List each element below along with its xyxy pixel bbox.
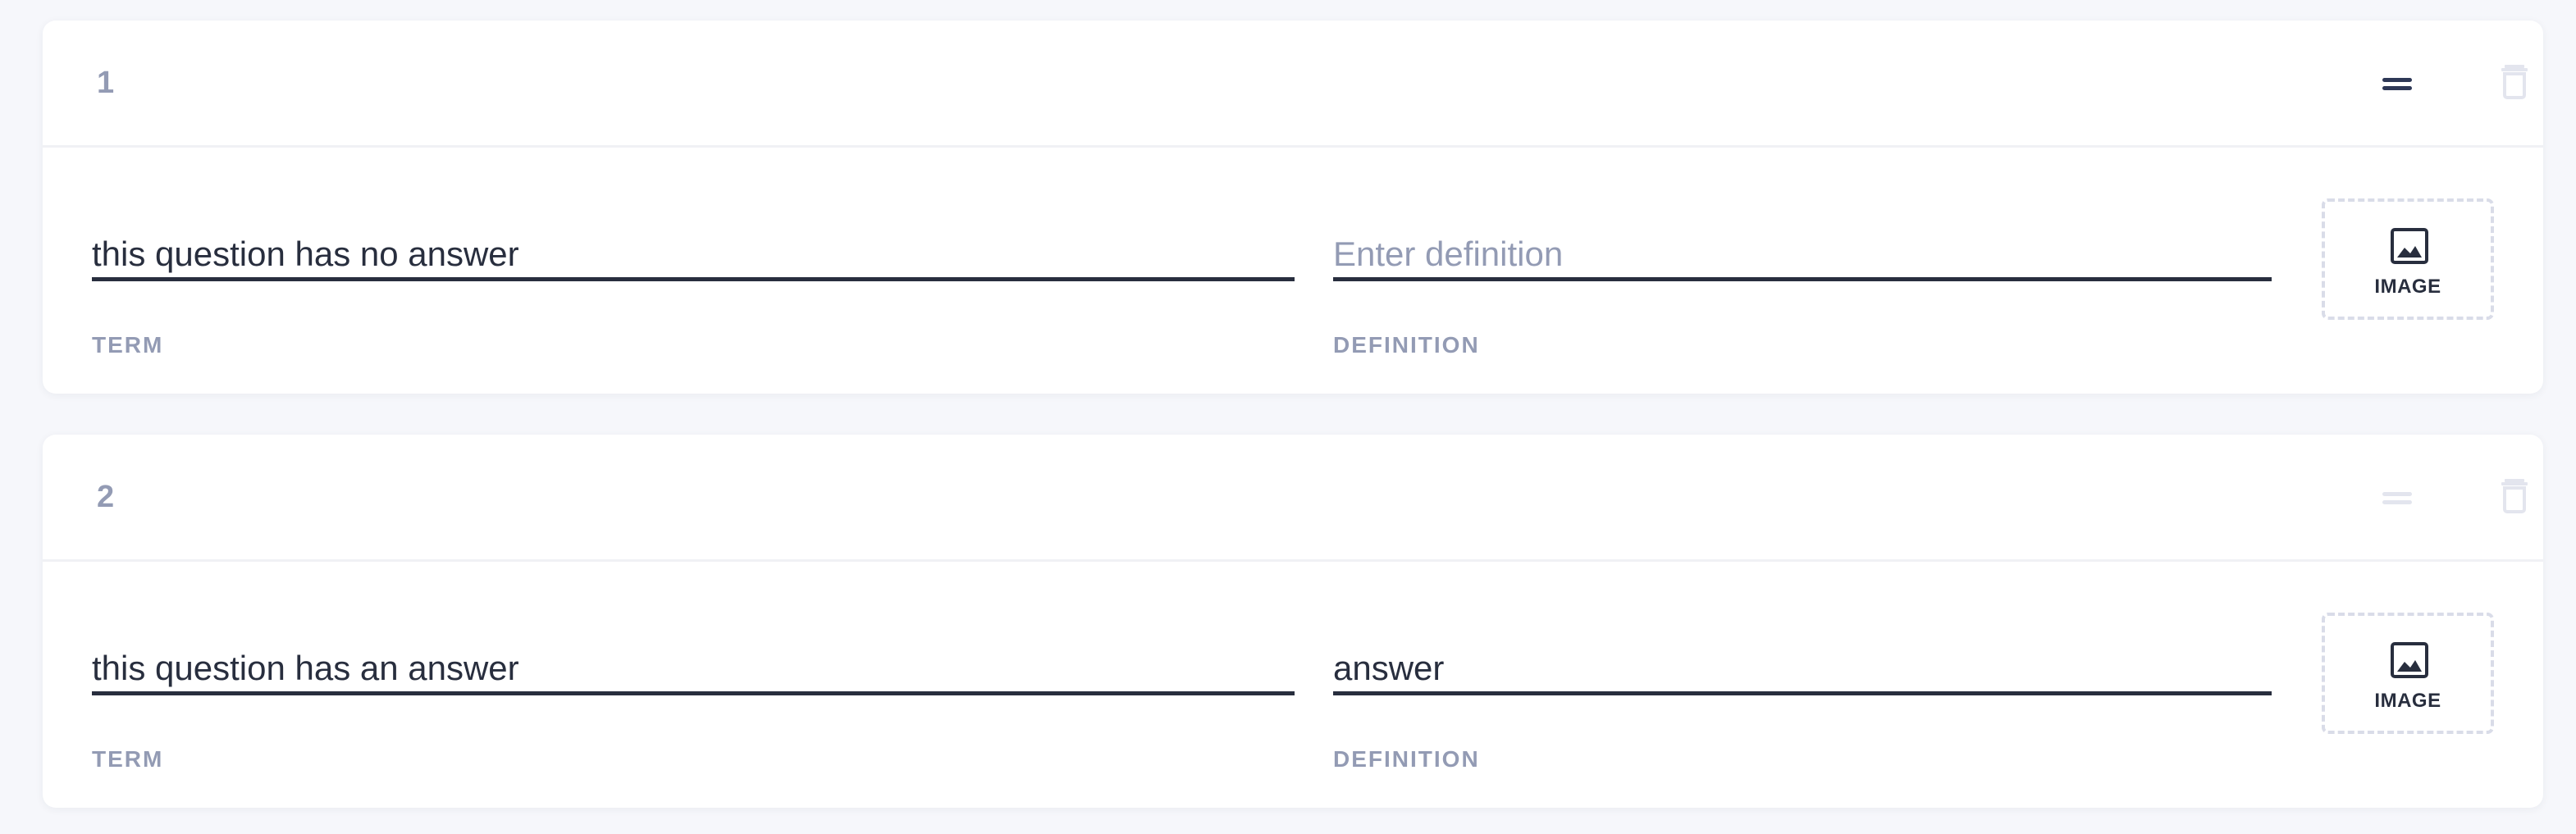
- term-input[interactable]: [92, 230, 1295, 279]
- card-header: 2: [43, 435, 2543, 562]
- card-number: 1: [97, 66, 115, 100]
- definition-field: [1333, 645, 2272, 695]
- term-input[interactable]: [92, 645, 1295, 693]
- term-label: TERM: [92, 746, 164, 772]
- card-number: 2: [97, 480, 115, 514]
- add-image-button[interactable]: IMAGE: [2322, 613, 2494, 734]
- image-icon: [2391, 642, 2428, 678]
- definition-label: DEFINITION: [1333, 332, 1480, 358]
- delete-card-button[interactable]: [2496, 472, 2537, 522]
- add-image-button[interactable]: IMAGE: [2322, 198, 2494, 320]
- drag-handle-icon[interactable]: [2371, 58, 2420, 107]
- flashcard-1: 1 TERM DEFINITION IMAGE: [43, 21, 2543, 394]
- definition-field: [1333, 230, 2272, 281]
- term-label: TERM: [92, 332, 164, 358]
- delete-card-button[interactable]: [2496, 58, 2537, 107]
- trash-icon: [2501, 65, 2528, 99]
- flashcard-2: 2 TERM DEFINITION IMAGE: [43, 435, 2543, 808]
- image-icon: [2391, 228, 2428, 264]
- image-label: IMAGE: [2374, 690, 2441, 712]
- image-label: IMAGE: [2374, 276, 2441, 298]
- card-header: 1: [43, 21, 2543, 148]
- drag-handle-icon[interactable]: [2371, 472, 2420, 522]
- definition-input[interactable]: [1333, 230, 2272, 279]
- term-field: [92, 230, 1295, 281]
- term-field: [92, 645, 1295, 695]
- definition-label: DEFINITION: [1333, 746, 1480, 772]
- trash-icon: [2501, 479, 2528, 513]
- definition-input[interactable]: [1333, 645, 2272, 693]
